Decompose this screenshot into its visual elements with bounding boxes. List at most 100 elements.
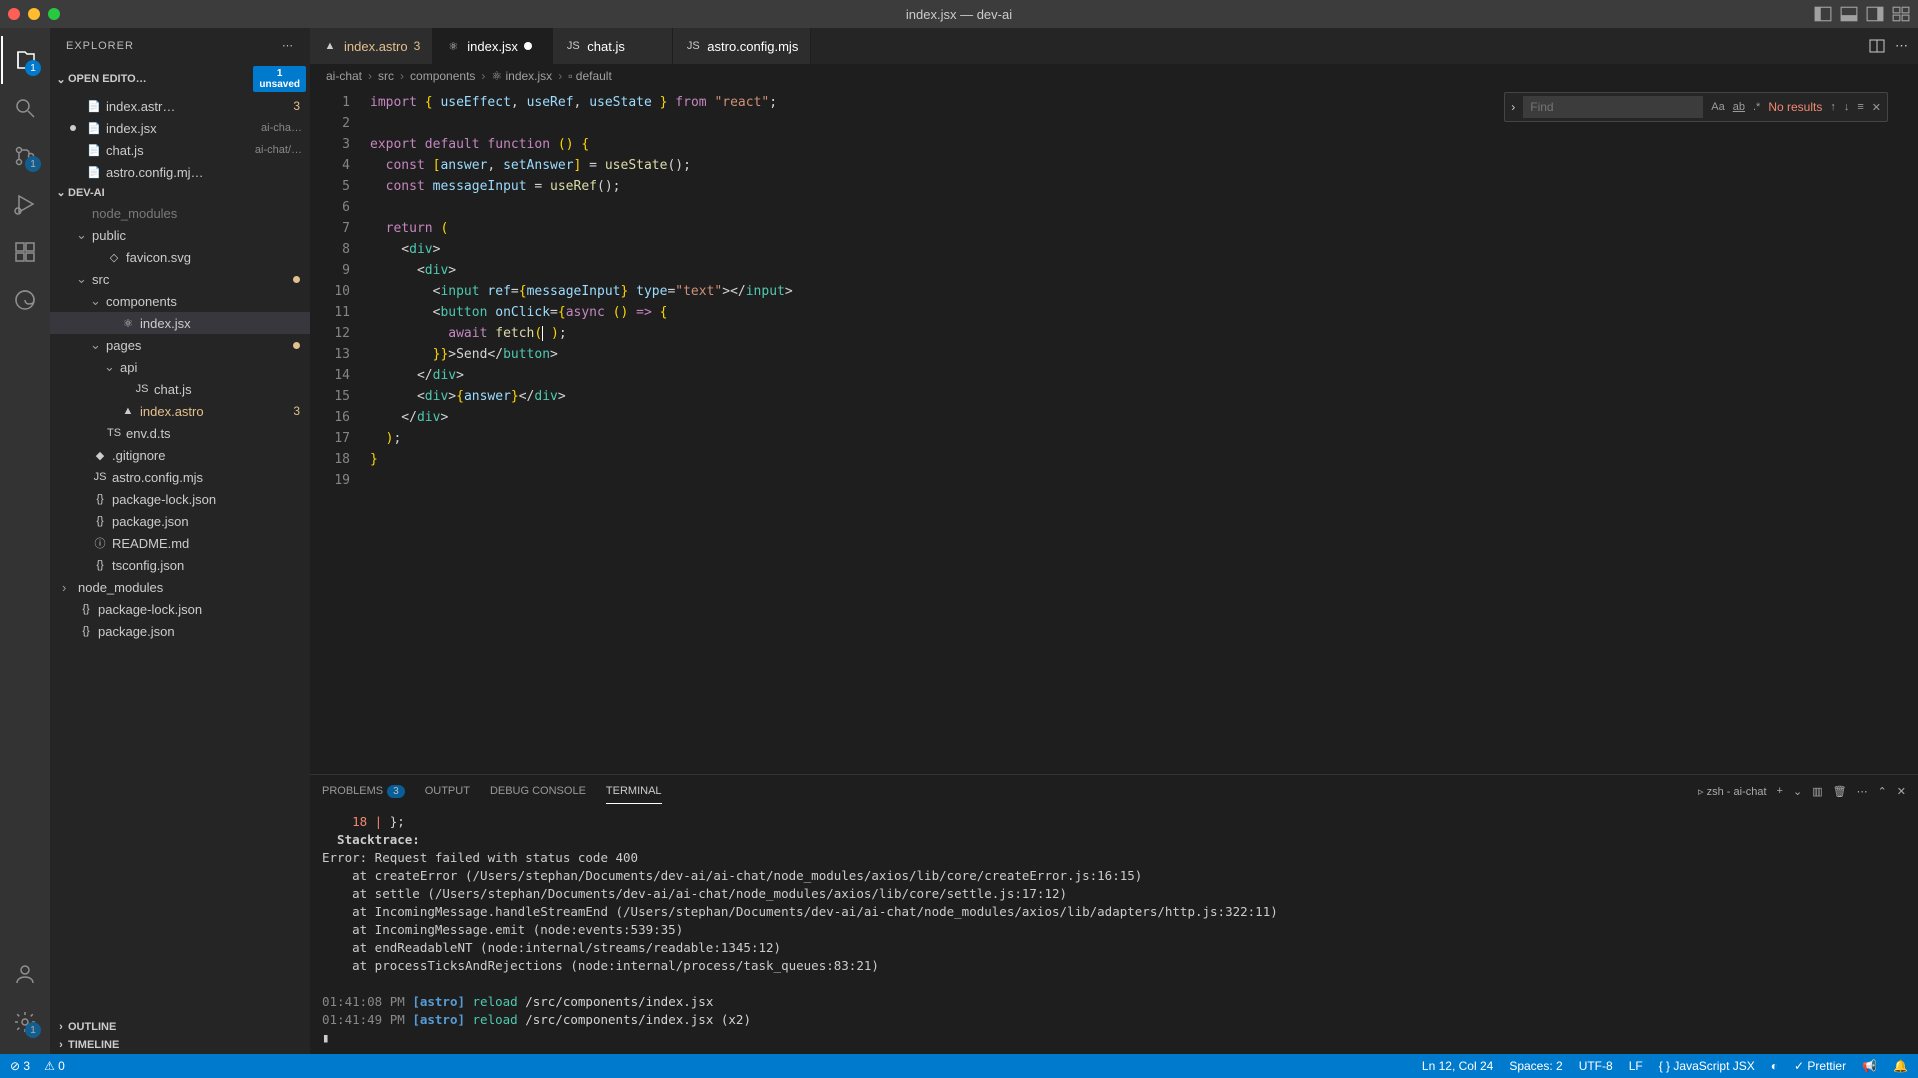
- panel-tab-debug[interactable]: DEBUG CONSOLE: [490, 779, 586, 803]
- open-editor-item[interactable]: 📄astro.config.mj…: [50, 161, 310, 183]
- timeline-header[interactable]: › TIMELINE: [50, 1036, 310, 1054]
- status-cursor[interactable]: Ln 12, Col 24: [1422, 1059, 1493, 1073]
- tree-item[interactable]: {}package.json: [50, 620, 310, 642]
- status-copilot-icon[interactable]: ◐: [1771, 1059, 1778, 1073]
- editor-area: ▲index.astro3⚛index.jsxJSchat.jsJSastro.…: [310, 28, 1918, 1054]
- find-expand-icon[interactable]: ›: [1511, 100, 1515, 114]
- breadcrumb[interactable]: ai-chat›src›components›⚛ index.jsx›▫ def…: [310, 64, 1918, 88]
- match-word-icon[interactable]: ab: [1733, 101, 1745, 113]
- editor-tab[interactable]: ⚛index.jsx: [433, 28, 553, 64]
- tree-item[interactable]: ⌄components: [50, 290, 310, 312]
- editor-tabs: ▲index.astro3⚛index.jsxJSchat.jsJSastro.…: [310, 28, 1918, 64]
- tree-item[interactable]: ◇favicon.svg: [50, 246, 310, 268]
- activity-run-debug[interactable]: [1, 180, 49, 228]
- status-bell-icon[interactable]: 🔔: [1893, 1059, 1908, 1073]
- split-editor-icon[interactable]: [1869, 38, 1885, 54]
- tree-item[interactable]: ▲index.astro3: [50, 400, 310, 422]
- status-prettier[interactable]: ✓ Prettier: [1794, 1059, 1846, 1073]
- panel-tab-output[interactable]: OUTPUT: [425, 779, 470, 803]
- maximize-window[interactable]: [48, 8, 60, 20]
- tree-item[interactable]: ⌄src: [50, 268, 310, 290]
- tree-item[interactable]: node_modules: [50, 202, 310, 224]
- terminal-output[interactable]: 18 | }; Stacktrace: Error: Request faile…: [310, 807, 1918, 1054]
- unsaved-badge: 1 unsaved: [253, 66, 306, 92]
- status-feedback-icon[interactable]: 📢: [1862, 1059, 1877, 1073]
- tree-item[interactable]: JSastro.config.mjs: [50, 466, 310, 488]
- status-eol[interactable]: LF: [1629, 1059, 1643, 1073]
- status-lang[interactable]: { } JavaScript JSX: [1659, 1059, 1755, 1073]
- panel-tab-terminal[interactable]: TERMINAL: [606, 779, 662, 804]
- new-terminal-icon[interactable]: +: [1777, 785, 1783, 797]
- split-terminal-icon[interactable]: ▥: [1812, 785, 1822, 798]
- tree-item[interactable]: {}package-lock.json: [50, 488, 310, 510]
- find-result: No results: [1768, 100, 1822, 114]
- sidebar-title: EXPLORER: [66, 40, 134, 52]
- tree-item[interactable]: ⓘREADME.md: [50, 532, 310, 554]
- activity-extensions[interactable]: [1, 228, 49, 276]
- breadcrumb-item[interactable]: components: [410, 69, 475, 83]
- close-window[interactable]: [8, 8, 20, 20]
- layout-panel-icon[interactable]: [1840, 5, 1858, 23]
- panel-more-icon[interactable]: ⋯: [1857, 785, 1868, 798]
- editor-tab[interactable]: JSastro.config.mjs: [673, 28, 811, 64]
- find-widget: › Aa ab .* No results ↑ ↓ ≡ ✕: [1504, 92, 1888, 122]
- tree-item[interactable]: {}package.json: [50, 510, 310, 532]
- minimize-window[interactable]: [28, 8, 40, 20]
- breadcrumb-item[interactable]: src: [378, 69, 394, 83]
- tree-item[interactable]: ⌄public: [50, 224, 310, 246]
- activity-edge[interactable]: [1, 276, 49, 324]
- outline-header[interactable]: › OUTLINE: [50, 1018, 310, 1036]
- panel-close-icon[interactable]: ✕: [1897, 785, 1906, 798]
- open-editors-header[interactable]: ⌄ OPEN EDITO… 1 unsaved: [50, 63, 310, 95]
- status-spaces[interactable]: Spaces: 2: [1509, 1059, 1562, 1073]
- match-case-icon[interactable]: Aa: [1711, 101, 1724, 113]
- open-editor-item[interactable]: 📄index.jsxai-cha…: [50, 117, 310, 139]
- panel-tab-problems[interactable]: PROBLEMS3: [322, 779, 405, 803]
- open-editor-item[interactable]: 📄chat.jsai-chat/…: [50, 139, 310, 161]
- activity-source-control[interactable]: 1: [1, 132, 49, 180]
- panel-maximize-icon[interactable]: ⌃: [1878, 785, 1887, 798]
- kill-terminal-icon[interactable]: 🗑: [1833, 785, 1847, 798]
- activity-explorer[interactable]: 1: [1, 36, 49, 84]
- editor-tab[interactable]: JSchat.js: [553, 28, 673, 64]
- layout-secondary-icon[interactable]: [1866, 5, 1884, 23]
- code-content[interactable]: import { useEffect, useRef, useState } f…: [370, 88, 1918, 774]
- tree-item[interactable]: TSenv.d.ts: [50, 422, 310, 444]
- find-close-icon[interactable]: ✕: [1872, 101, 1881, 114]
- find-next-icon[interactable]: ↓: [1844, 101, 1850, 113]
- tree-item[interactable]: ⌄pages: [50, 334, 310, 356]
- window-controls: [8, 8, 60, 20]
- status-errors[interactable]: ⊘ 3: [10, 1059, 30, 1073]
- tree-item[interactable]: ›node_modules: [50, 576, 310, 598]
- tree-item[interactable]: {}package-lock.json: [50, 598, 310, 620]
- find-input[interactable]: [1523, 96, 1703, 118]
- scm-badge: 1: [25, 156, 41, 172]
- sidebar-more-icon[interactable]: ⋯: [282, 39, 294, 52]
- breadcrumb-item[interactable]: ▫ default: [568, 69, 612, 83]
- breadcrumb-item[interactable]: ai-chat: [326, 69, 362, 83]
- find-prev-icon[interactable]: ↑: [1830, 101, 1836, 113]
- activity-settings[interactable]: 1: [1, 998, 49, 1046]
- tab-more-icon[interactable]: ⋯: [1895, 38, 1908, 54]
- find-selection-icon[interactable]: ≡: [1857, 101, 1863, 113]
- terminal-dropdown-icon[interactable]: ⌄: [1793, 785, 1802, 798]
- tree-item[interactable]: ⚛index.jsx: [50, 312, 310, 334]
- tree-item[interactable]: JSchat.js: [50, 378, 310, 400]
- status-encoding[interactable]: UTF-8: [1579, 1059, 1613, 1073]
- project-header[interactable]: ⌄ DEV-AI: [50, 183, 310, 202]
- breadcrumb-item[interactable]: ⚛ index.jsx: [491, 69, 552, 83]
- editor-body[interactable]: 12345678910111213141516171819 import { u…: [310, 88, 1918, 774]
- open-editor-item[interactable]: 📄index.astr…3: [50, 95, 310, 117]
- activity-account[interactable]: [1, 950, 49, 998]
- activity-search[interactable]: [1, 84, 49, 132]
- tree-item[interactable]: ⌄api: [50, 356, 310, 378]
- layout-primary-icon[interactable]: [1814, 5, 1832, 23]
- editor-tab[interactable]: ▲index.astro3: [310, 28, 433, 64]
- status-warnings[interactable]: ⚠ 0: [44, 1059, 65, 1073]
- file-tree: node_modules⌄public◇favicon.svg⌄src⌄comp…: [50, 202, 310, 1018]
- regex-icon[interactable]: .*: [1753, 101, 1760, 113]
- layout-customize-icon[interactable]: [1892, 5, 1910, 23]
- tree-item[interactable]: {}tsconfig.json: [50, 554, 310, 576]
- terminal-picker[interactable]: ▹ zsh - ai-chat: [1698, 785, 1767, 798]
- tree-item[interactable]: ◆.gitignore: [50, 444, 310, 466]
